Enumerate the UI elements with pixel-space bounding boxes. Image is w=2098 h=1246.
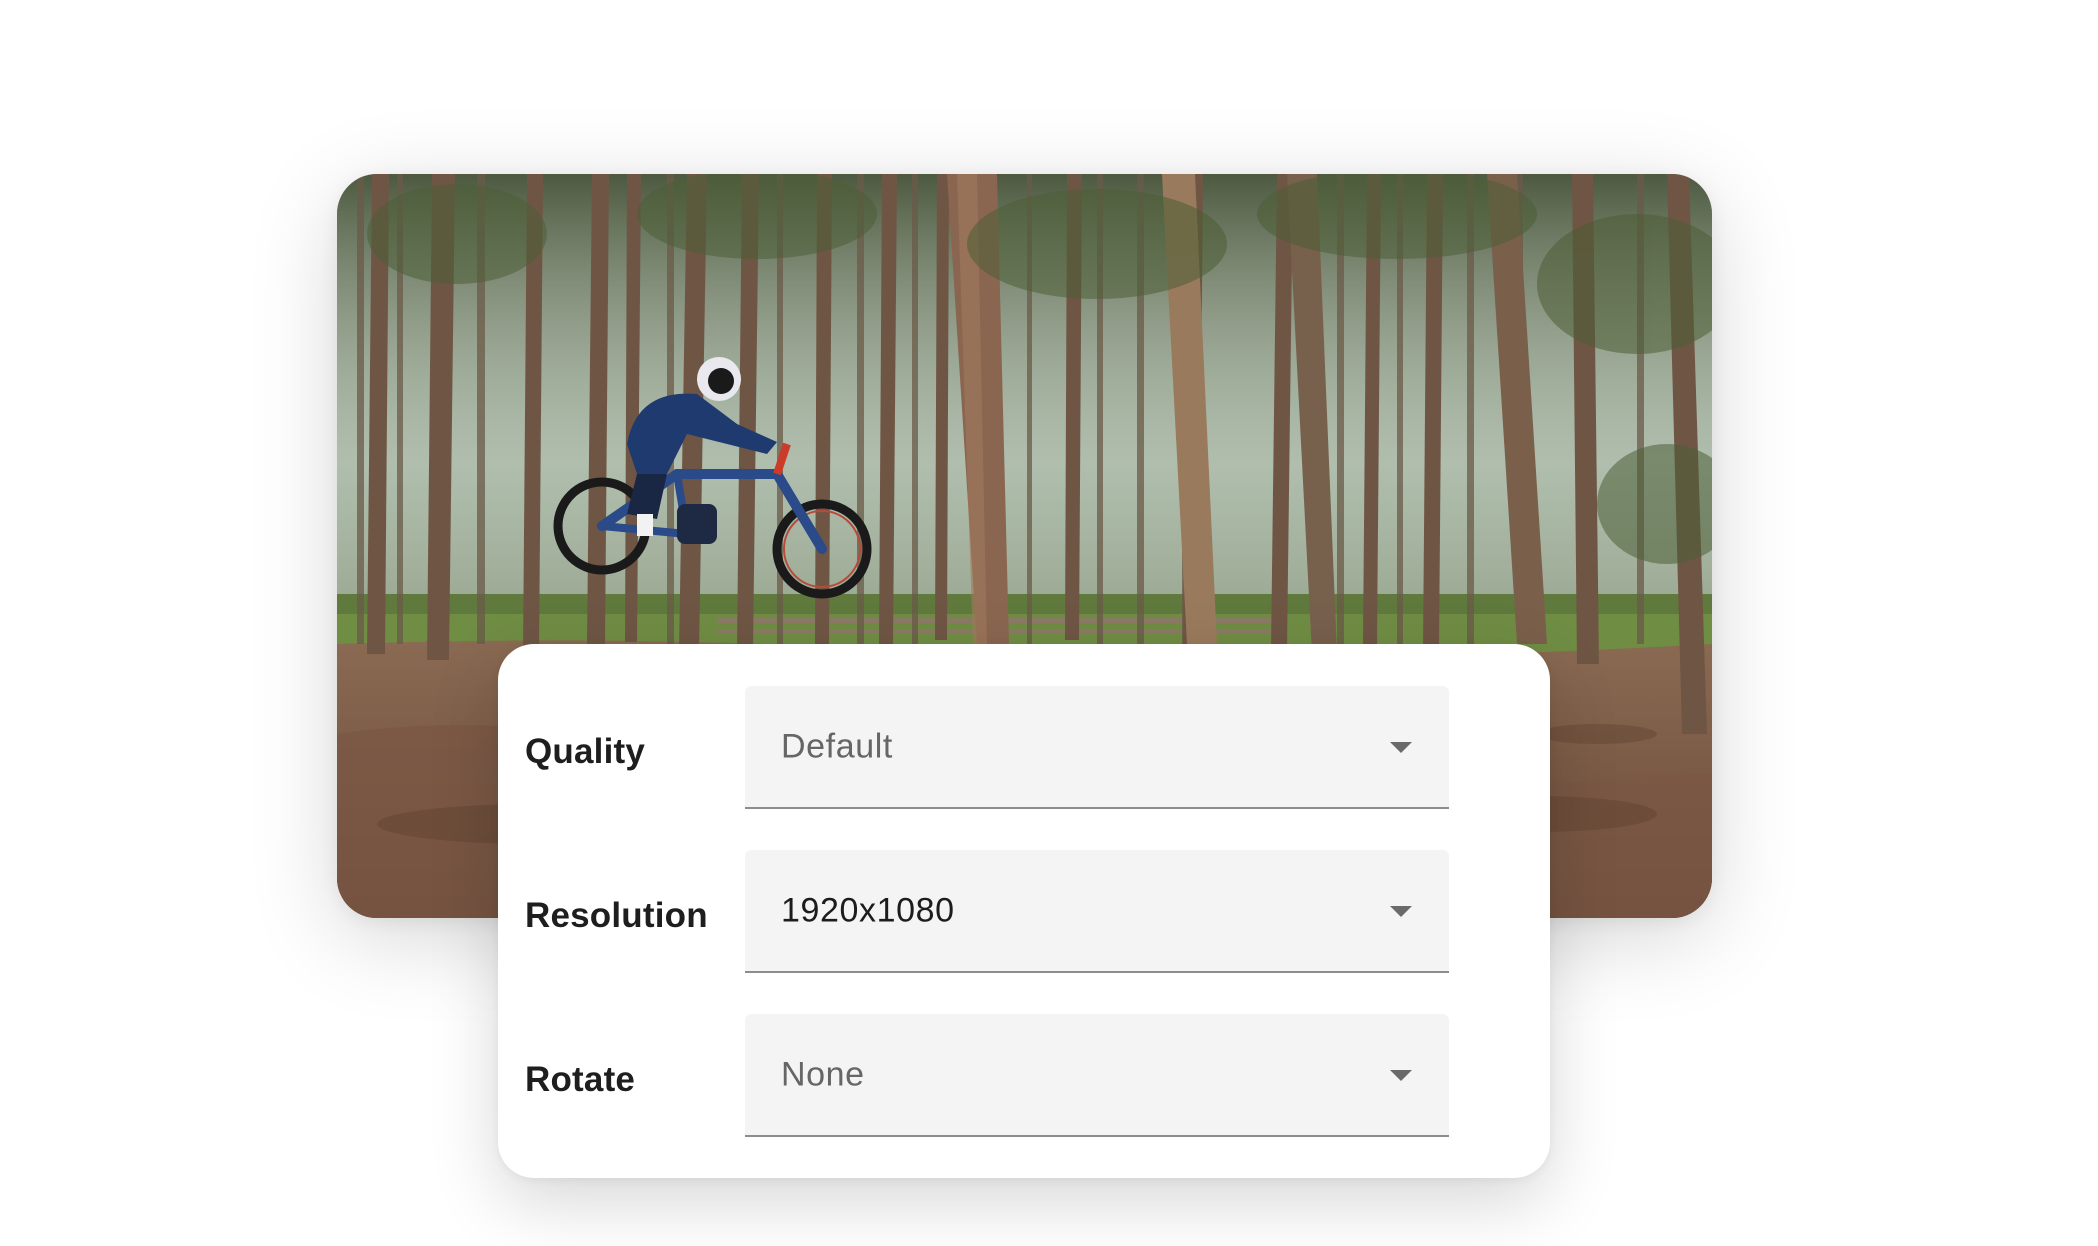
quality-setting-row: Quality Default [498, 686, 1550, 810]
export-settings-panel: Quality Default Resolution 1920x1080 Rot… [498, 644, 1550, 1178]
rotate-setting-row: Rotate None [498, 1014, 1550, 1138]
dropdown-arrow-icon [1390, 741, 1412, 753]
dropdown-arrow-icon [1390, 1069, 1412, 1081]
resolution-select[interactable]: 1920x1080 [745, 850, 1449, 973]
resolution-label: Resolution [525, 896, 708, 935]
quality-select-value: Default [781, 727, 893, 765]
rotate-select[interactable]: None [745, 1014, 1449, 1137]
dropdown-arrow-icon [1390, 905, 1412, 917]
rotate-label: Rotate [525, 1060, 636, 1099]
resolution-setting-row: Resolution 1920x1080 [498, 850, 1550, 974]
stage: Quality Default Resolution 1920x1080 Rot… [0, 0, 2098, 1246]
quality-select[interactable]: Default [745, 686, 1449, 809]
quality-label: Quality [525, 732, 646, 771]
resolution-select-value: 1920x1080 [781, 891, 955, 929]
rotate-select-value: None [781, 1055, 865, 1093]
